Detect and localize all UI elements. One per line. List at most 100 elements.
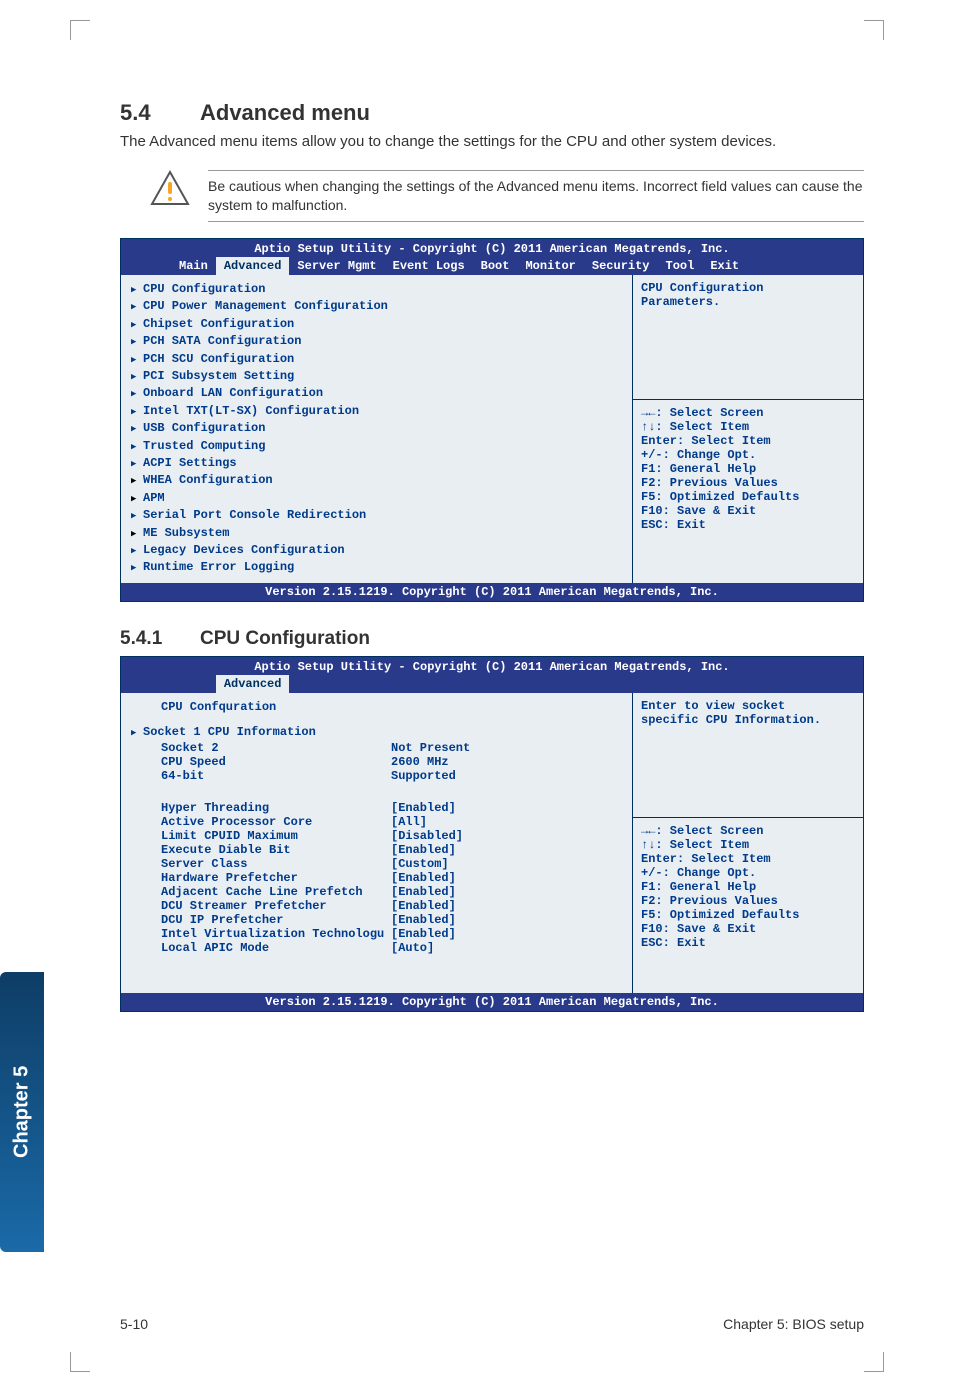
tab-tool: Tool <box>658 257 703 275</box>
option-key: Adjacent Cache Line Prefetch <box>131 885 391 899</box>
bios-footer: Version 2.15.1219. Copyright (C) 2011 Am… <box>121 993 863 1011</box>
option-key: DCU IP Prefetcher <box>131 913 391 927</box>
info-key: CPU Speed <box>131 755 391 769</box>
subsection-number: 5.4.1 <box>120 628 200 650</box>
triangle-icon <box>131 385 143 402</box>
triangle-icon <box>131 333 143 350</box>
menu-label: Intel TXT(LT-SX) Configuration <box>143 403 359 420</box>
help-key: ESC: Exit <box>641 936 855 950</box>
section-heading: 5.4Advanced menu <box>120 100 864 126</box>
option-row: Local APIC Mode[Auto] <box>131 941 622 955</box>
menu-label: Socket 1 CPU Information <box>143 724 316 741</box>
help-key: F1: General Help <box>641 880 855 894</box>
option-value: [All] <box>391 815 427 829</box>
menu-label: CPU Power Management Configuration <box>143 298 388 315</box>
option-value: [Enabled] <box>391 927 456 941</box>
menu-label: PCI Subsystem Setting <box>143 368 294 385</box>
help-key: F1: General Help <box>641 462 855 476</box>
subsection-heading: 5.4.1CPU Configuration <box>120 628 864 650</box>
menu-item: APM <box>131 490 622 507</box>
option-value: [Enabled] <box>391 871 456 885</box>
info-key: Socket 2 <box>131 741 391 755</box>
option-row: Execute Diable Bit[Enabled] <box>131 843 622 857</box>
help-key: →←: Select Screen <box>641 824 855 838</box>
tab-monitor: Monitor <box>517 257 583 275</box>
triangle-icon <box>131 472 143 489</box>
menu-label: PCH SATA Configuration <box>143 333 301 350</box>
help-line: specific CPU Information. <box>641 713 855 727</box>
triangle-icon <box>131 298 143 315</box>
menu-item: Socket 1 CPU Information <box>131 724 622 741</box>
bios-body: CPU Configuration CPU Power Management C… <box>121 275 863 583</box>
menu-item: ACPI Settings <box>131 455 622 472</box>
triangle-icon <box>131 507 143 524</box>
help-key: Enter: Select Item <box>641 434 855 448</box>
menu-item: Intel TXT(LT-SX) Configuration <box>131 403 622 420</box>
crop-mark <box>70 20 90 40</box>
help-key: +/-: Change Opt. <box>641 448 855 462</box>
crop-mark <box>70 1352 90 1372</box>
help-key: F5: Optimized Defaults <box>641 908 855 922</box>
triangle-icon <box>131 281 143 298</box>
option-key: Intel Virtualization Technologu <box>131 927 391 941</box>
help-key: Enter: Select Item <box>641 852 855 866</box>
bios-header: Aptio Setup Utility - Copyright (C) 2011… <box>121 657 863 693</box>
bios-header: Aptio Setup Utility - Copyright (C) 2011… <box>121 239 863 275</box>
spacer <box>131 783 622 801</box>
bios-settings-list: CPU Confquration Socket 1 CPU Informatio… <box>121 693 633 993</box>
option-row: Server Class[Custom] <box>131 857 622 871</box>
option-value: [Enabled] <box>391 913 456 927</box>
option-row: Hardware Prefetcher[Enabled] <box>131 871 622 885</box>
triangle-icon <box>131 455 143 472</box>
option-key: Hardware Prefetcher <box>131 871 391 885</box>
tab-boot: Boot <box>473 257 518 275</box>
bios-screen-cpu-config: Aptio Setup Utility - Copyright (C) 2011… <box>120 656 864 1012</box>
section-intro: The Advanced menu items allow you to cha… <box>120 132 864 152</box>
bios-screen-advanced: Aptio Setup Utility - Copyright (C) 2011… <box>120 238 864 602</box>
menu-item: PCH SATA Configuration <box>131 333 622 350</box>
help-key: F5: Optimized Defaults <box>641 490 855 504</box>
option-row: DCU IP Prefetcher[Enabled] <box>131 913 622 927</box>
option-value: [Custom] <box>391 857 449 871</box>
menu-item: ME Subsystem <box>131 525 622 542</box>
option-key: DCU Streamer Prefetcher <box>131 899 391 913</box>
tab-main: Main <box>171 257 216 275</box>
bios-header-title: Aptio Setup Utility - Copyright (C) 2011… <box>121 659 863 675</box>
option-key: Limit CPUID Maximum <box>131 829 391 843</box>
help-key: F10: Save & Exit <box>641 504 855 518</box>
bios-header-title: Aptio Setup Utility - Copyright (C) 2011… <box>121 241 863 257</box>
help-key: ↑↓: Select Item <box>641 420 855 434</box>
help-key: →←: Select Screen <box>641 406 855 420</box>
bios-help-panel: CPU Configuration Parameters. →←: Select… <box>633 275 863 583</box>
menu-item: Serial Port Console Redirection <box>131 507 622 524</box>
info-value: 2600 MHz <box>391 755 449 769</box>
tab-advanced: Advanced <box>216 675 290 693</box>
subsection-title: CPU Configuration <box>200 628 370 649</box>
option-row: Adjacent Cache Line Prefetch[Enabled] <box>131 885 622 899</box>
info-value: Not Present <box>391 741 470 755</box>
bios-tabs: Main Advanced Server Mgmt Event Logs Boo… <box>121 257 863 275</box>
option-value: [Enabled] <box>391 801 456 815</box>
info-row: CPU Speed2600 MHz <box>131 755 622 769</box>
caution-icon <box>150 170 190 211</box>
menu-label: ACPI Settings <box>143 455 237 472</box>
panel-title: CPU Confquration <box>131 699 622 716</box>
option-key: Hyper Threading <box>131 801 391 815</box>
help-key: F10: Save & Exit <box>641 922 855 936</box>
tab-server-mgmt: Server Mgmt <box>289 257 384 275</box>
option-row: Limit CPUID Maximum[Disabled] <box>131 829 622 843</box>
option-key: Active Processor Core <box>131 815 391 829</box>
bios-help-panel: Enter to view socket specific CPU Inform… <box>633 693 863 993</box>
menu-item: Trusted Computing <box>131 438 622 455</box>
divider <box>633 399 863 400</box>
menu-label: Chipset Configuration <box>143 316 294 333</box>
option-value: [Enabled] <box>391 885 456 899</box>
menu-item: Onboard LAN Configuration <box>131 385 622 402</box>
section-number: 5.4 <box>120 100 200 126</box>
menu-label: WHEA Configuration <box>143 472 273 489</box>
menu-label: PCH SCU Configuration <box>143 351 294 368</box>
tab-advanced: Advanced <box>216 257 290 275</box>
triangle-icon <box>131 559 143 576</box>
tab-exit: Exit <box>702 257 747 275</box>
info-row: Socket 2Not Present <box>131 741 622 755</box>
